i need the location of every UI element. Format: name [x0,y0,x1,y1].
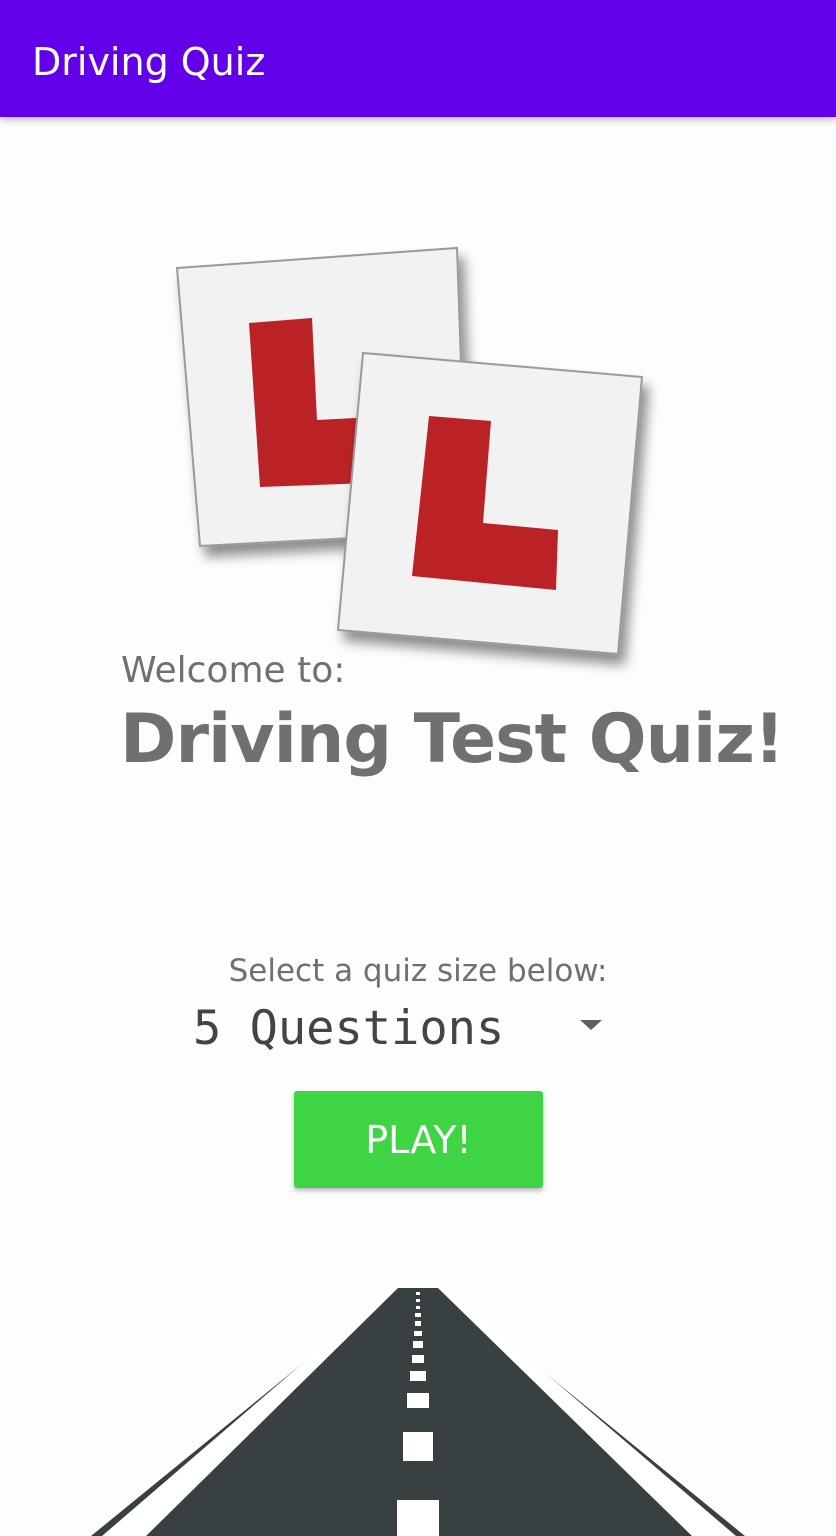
welcome-label: Welcome to: [121,650,346,691]
main-screen: Driving Quiz Welcome to: Driving Test Qu… [0,0,836,1536]
quiz-size-value: 5 Questions [193,1001,505,1056]
play-button[interactable]: PLAY! [294,1091,543,1188]
learner-plates-icon [175,246,644,656]
app-bar: Driving Quiz [0,0,836,117]
app-bar-title: Driving Quiz [32,40,266,84]
dropdown-caret-icon [580,1020,602,1030]
quiz-size-label: Select a quiz size below: [228,953,608,989]
welcome-title: Driving Test Quiz! [120,700,785,779]
quiz-size-dropdown[interactable]: 5 Questions [193,998,613,1060]
road-icon [91,1288,745,1536]
